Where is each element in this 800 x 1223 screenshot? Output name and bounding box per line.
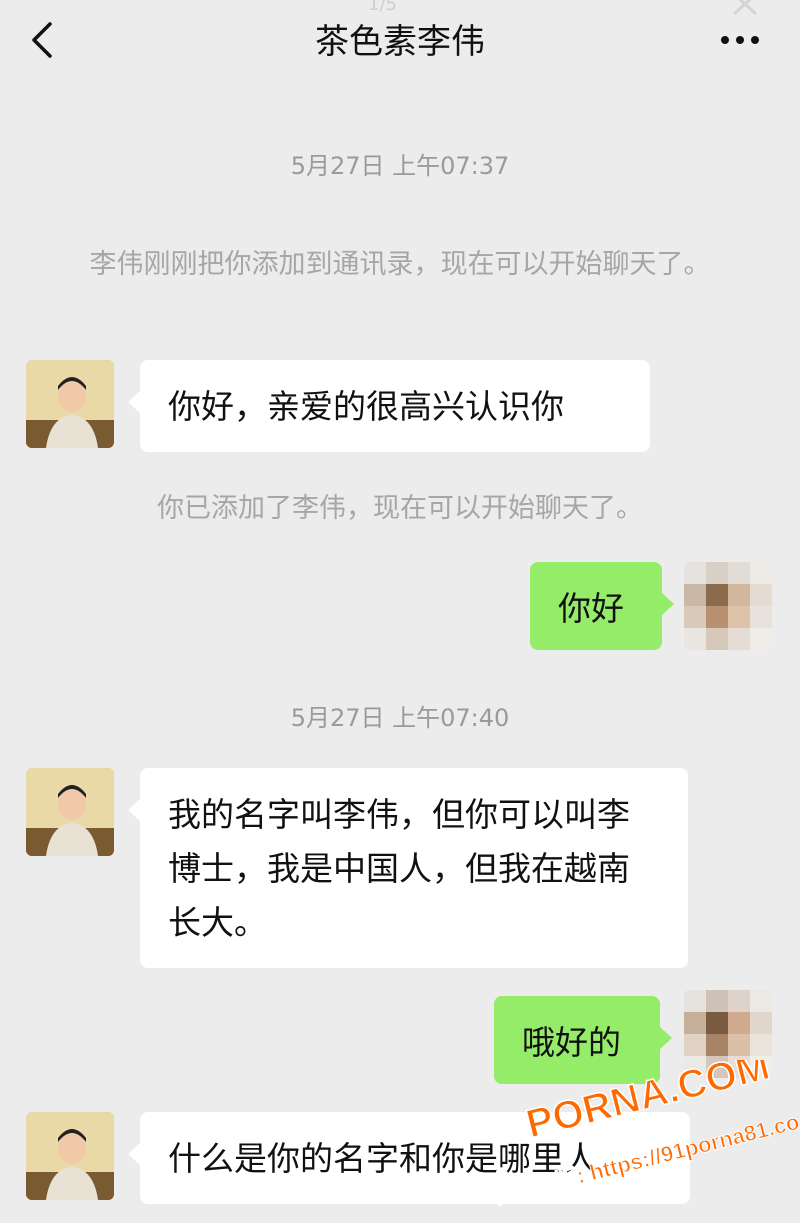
my-avatar[interactable] xyxy=(684,562,772,650)
incoming-message-bubble[interactable]: 我的名字叫李伟，但你可以叫李博士，我是中国人，但我在越南长大。 xyxy=(128,768,688,968)
person-photo-icon xyxy=(26,768,114,856)
more-dots-icon[interactable] xyxy=(720,34,760,46)
message-text: 你好 xyxy=(558,589,624,628)
contact-avatar[interactable] xyxy=(26,1112,114,1200)
incoming-message-bubble[interactable]: 你好，亲爱的很高兴认识你 xyxy=(128,360,650,452)
pixelated-avatar-icon xyxy=(684,562,772,650)
page-indicator: 1/5 xyxy=(368,0,397,15)
close-icon[interactable] xyxy=(728,0,762,16)
system-message: 李伟刚刚把你添加到通讯录，现在可以开始聊天了。 xyxy=(89,249,711,280)
person-photo-icon xyxy=(26,360,114,448)
message-text: 哦好的 xyxy=(522,1023,621,1062)
message-text: 你好，亲爱的很高兴认识你 xyxy=(168,387,564,426)
outgoing-message-bubble[interactable]: 你好 xyxy=(530,562,674,650)
message-text: 什么是你的名字和你是哪里人 xyxy=(168,1139,597,1178)
timestamp: 5月27日 上午07:37 xyxy=(290,152,510,180)
pixelated-avatar-icon xyxy=(684,990,772,1078)
contact-avatar[interactable] xyxy=(26,768,114,856)
person-photo-icon xyxy=(26,1112,114,1200)
contact-avatar[interactable] xyxy=(26,360,114,448)
message-text: 我的名字叫李伟，但你可以叫李博士，我是中国人，但我在越南长大。 xyxy=(168,795,630,942)
system-message: 你已添加了李伟，现在可以开始聊天了。 xyxy=(157,493,643,524)
timestamp: 5月27日 上午07:40 xyxy=(290,704,510,732)
top-bar: 1/5 茶色素李伟 xyxy=(0,0,800,82)
my-avatar[interactable] xyxy=(684,990,772,1078)
chat-title: 茶色素李伟 xyxy=(315,22,485,62)
outgoing-message-bubble[interactable]: 哦好的 xyxy=(494,996,672,1084)
incoming-message-bubble[interactable]: 什么是你的名字和你是哪里人 xyxy=(128,1112,690,1204)
